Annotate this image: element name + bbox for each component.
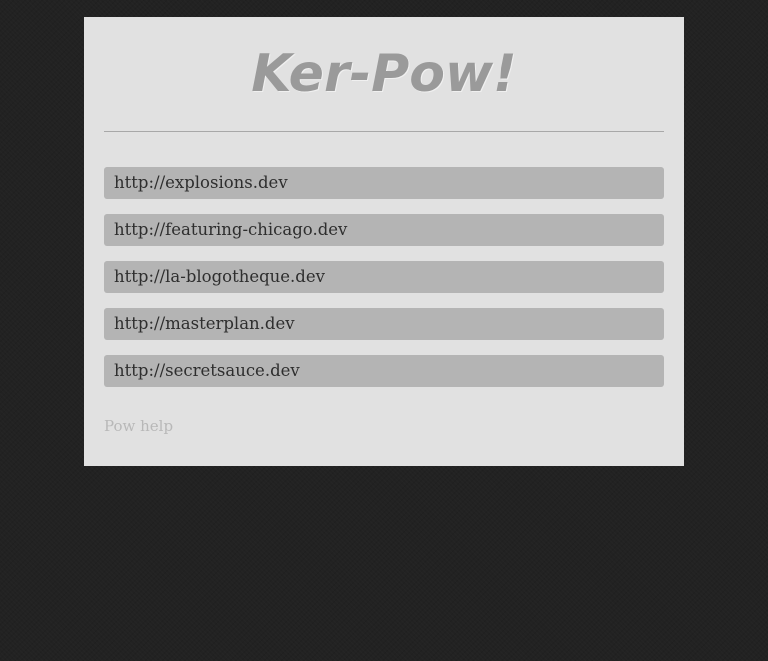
site-item-la-blogotheque[interactable]: http://la-blogotheque.dev <box>104 261 664 293</box>
page-title: Ker-Pow! <box>251 44 517 104</box>
site-item-explosions[interactable]: http://explosions.dev <box>104 167 664 199</box>
site-link-featuring-chicago[interactable]: http://featuring-chicago.dev <box>114 214 347 246</box>
site-link-secretsauce[interactable]: http://secretsauce.dev <box>114 355 300 387</box>
site-item-secretsauce[interactable]: http://secretsauce.dev <box>104 355 664 387</box>
pow-help-link[interactable]: Pow help <box>104 417 173 435</box>
site-list: http://explosions.dev http://featuring-c… <box>104 167 664 387</box>
site-item-featuring-chicago[interactable]: http://featuring-chicago.dev <box>104 214 664 246</box>
main-panel: Ker-Pow! http://explosions.dev http://fe… <box>84 17 684 466</box>
title-divider <box>104 131 664 132</box>
site-link-masterplan[interactable]: http://masterplan.dev <box>114 308 295 340</box>
site-item-masterplan[interactable]: http://masterplan.dev <box>104 308 664 340</box>
site-link-explosions[interactable]: http://explosions.dev <box>114 167 288 199</box>
site-link-la-blogotheque[interactable]: http://la-blogotheque.dev <box>114 261 325 293</box>
